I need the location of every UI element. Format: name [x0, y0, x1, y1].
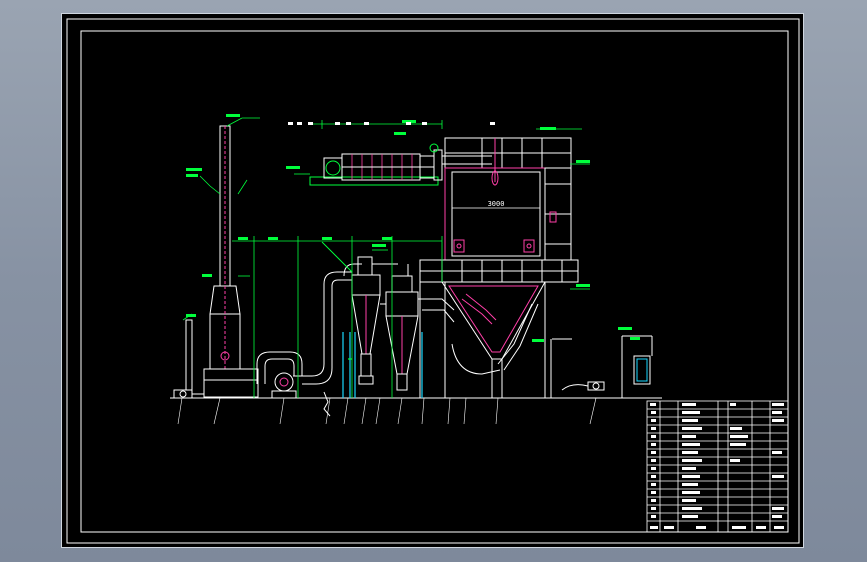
dimension-chain [232, 120, 590, 398]
cyclone-2 [385, 275, 419, 391]
row-number-marks [651, 411, 656, 518]
exhaust-duct [256, 271, 352, 399]
spray-dryer-process-drawing: 3000 [66, 18, 800, 544]
hot-air-pipe [429, 143, 492, 165]
feed-pump-right [561, 381, 605, 391]
chamber-ports [453, 211, 557, 253]
stack-annotations [182, 117, 260, 321]
feed-tank [621, 335, 653, 398]
feed-pump [173, 389, 204, 399]
parts-list-text-marks [650, 403, 784, 529]
exhaust-stack [203, 125, 259, 398]
parts-list-table [646, 400, 789, 533]
cyclone-1 [351, 256, 381, 385]
atomizer [491, 138, 499, 186]
cyan-pipes [342, 332, 423, 398]
heater-tags [288, 122, 495, 125]
support-post [550, 338, 572, 398]
cad-drawing-viewport[interactable]: 3000 [61, 13, 804, 548]
leader-lines [177, 397, 597, 425]
outer-frame [66, 18, 800, 544]
drying-chamber [419, 137, 579, 398]
air-heater [309, 149, 443, 186]
cone-duct [451, 293, 539, 375]
small-tank [185, 319, 193, 391]
dimension-label: 3000 [488, 200, 505, 208]
